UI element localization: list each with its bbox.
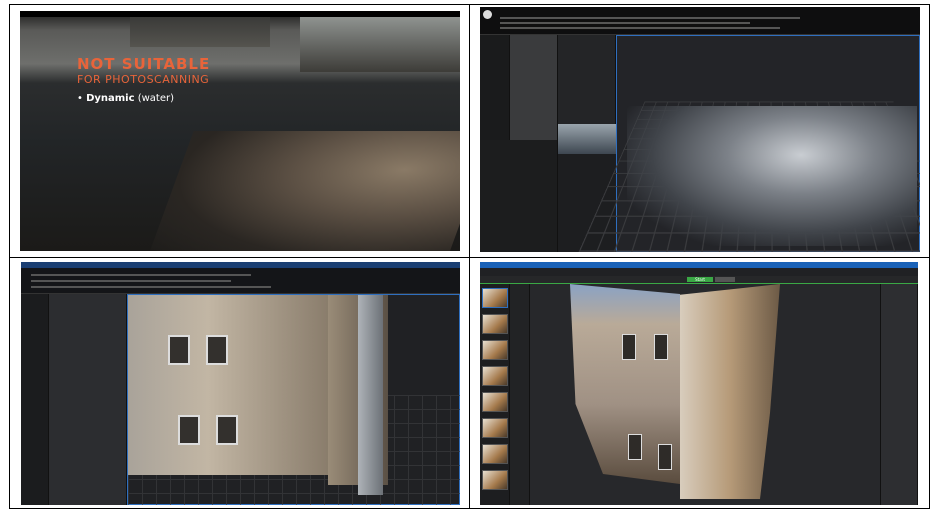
slide-title: NOT SUITABLE — [77, 55, 211, 73]
scene-panel[interactable] — [49, 294, 127, 505]
slide-screenshot: NOT SUITABLE FOR PHOTOSCANNING • Dynamic… — [20, 11, 460, 251]
meshroom-screenshot: Start — [480, 262, 918, 505]
bridge-photo — [130, 17, 270, 47]
image-info-panel[interactable] — [510, 284, 530, 505]
images-panel[interactable] — [510, 35, 558, 140]
images-gallery[interactable] — [480, 284, 510, 505]
image-preview[interactable] — [558, 124, 616, 154]
stop-button[interactable] — [715, 277, 735, 282]
window — [622, 334, 636, 360]
menu-bar[interactable] — [480, 268, 918, 276]
3d-viewport[interactable] — [127, 294, 460, 505]
3d-viewport[interactable] — [573, 35, 920, 252]
bullet-bold: Dynamic — [86, 93, 135, 104]
building-model — [128, 295, 328, 475]
app-logo-icon — [483, 10, 492, 19]
3d-viewer[interactable] — [530, 284, 880, 505]
start-button[interactable]: Start — [687, 277, 713, 282]
table-divider-horizontal — [9, 257, 930, 258]
building-model-right — [680, 284, 780, 499]
window — [178, 415, 200, 445]
wall-mesh — [358, 295, 383, 495]
workflow-panel[interactable] — [21, 294, 49, 505]
point-cloud-model — [627, 106, 917, 246]
reconstruction-app-screenshot — [480, 7, 920, 252]
window — [216, 415, 238, 445]
ribbon-toolbar[interactable] — [480, 7, 920, 35]
shore-photo — [146, 131, 460, 251]
ribbon-toolbar[interactable] — [21, 268, 460, 294]
scene-settings-panel[interactable] — [880, 284, 918, 505]
reconstruction-region-screenshot — [21, 262, 460, 505]
slide-bullet: • Dynamic (water) — [77, 93, 175, 104]
window — [206, 335, 228, 365]
window — [168, 335, 190, 365]
properties-panel[interactable] — [480, 140, 558, 252]
bullet-text: (water) — [134, 93, 175, 104]
slide-subtitle: FOR PHOTOSCANNING — [77, 73, 210, 86]
trees-photo — [300, 17, 460, 72]
window — [658, 444, 672, 470]
window — [628, 434, 642, 460]
window — [654, 334, 668, 360]
